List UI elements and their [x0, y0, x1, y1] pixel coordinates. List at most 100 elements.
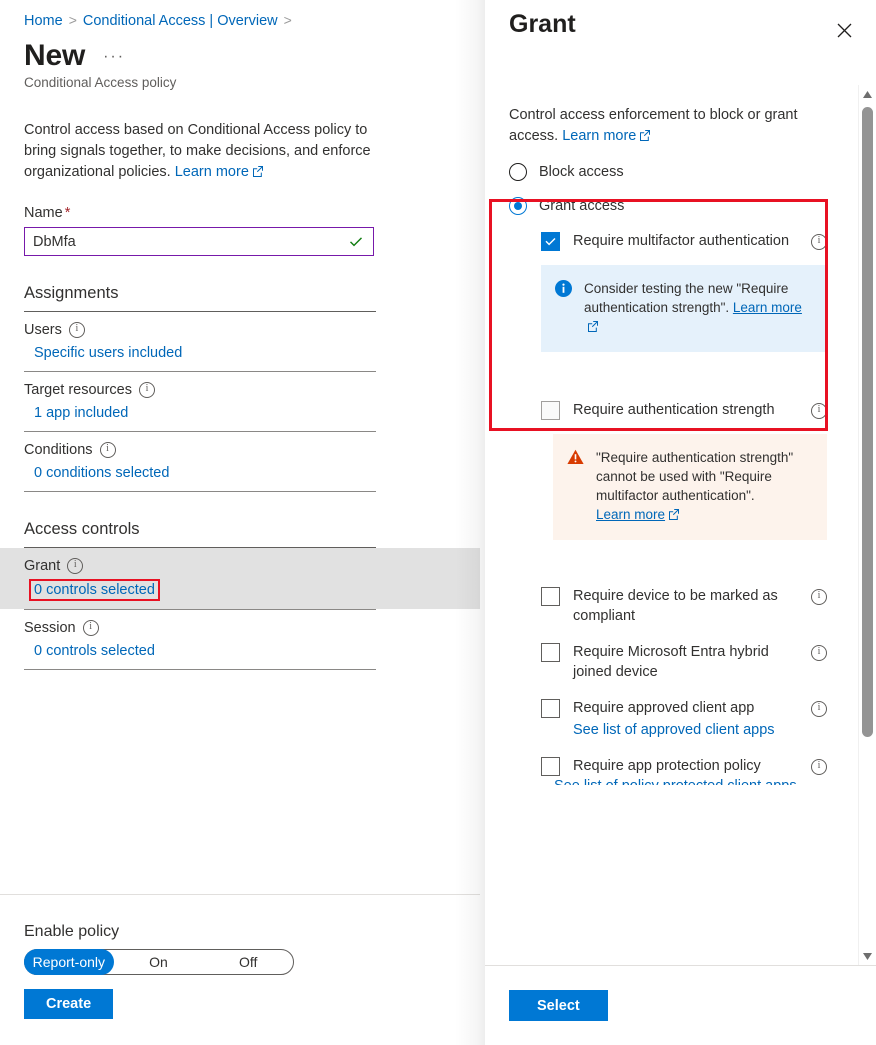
info-icon[interactable]: [83, 620, 99, 636]
policy-intro-text: Control access based on Conditional Acce…: [0, 90, 400, 183]
radio-icon-grant-access[interactable]: [509, 197, 527, 215]
radio-grant-access[interactable]: Grant access: [509, 197, 854, 215]
breadcrumb-separator-icon: >: [69, 12, 77, 28]
toggle-option-off[interactable]: Off: [203, 950, 293, 974]
checkbox-label-require-hybrid-joined-device: Require Microsoft Entra hybrid joined de…: [573, 642, 803, 682]
policy-form-pane: Home>Conditional Access | Overview> New …: [0, 0, 480, 1045]
setting-value-conditions[interactable]: 0 conditions selected: [34, 465, 169, 481]
info-icon[interactable]: [811, 403, 827, 419]
breadcrumb-item-conditional-access-overview[interactable]: Conditional Access | Overview: [83, 13, 278, 29]
checkbox-icon-require-hybrid-joined-device[interactable]: [541, 643, 560, 662]
checkbox-label-require-compliant-device: Require device to be marked as compliant: [573, 586, 803, 626]
policy-intro-learn-more-link[interactable]: Learn more: [175, 164, 249, 180]
warning-callout-text-wrapper: "Require authentication strength" cannot…: [596, 448, 813, 524]
setting-value-session[interactable]: 0 controls selected: [34, 643, 155, 659]
grant-label-text: Grant: [24, 558, 60, 574]
info-icon[interactable]: [811, 234, 827, 250]
radio-label-block-access: Block access: [539, 164, 624, 180]
external-link-icon: [587, 321, 598, 332]
info-icon[interactable]: [811, 589, 827, 605]
setting-value-grant[interactable]: 0 controls selected: [31, 581, 158, 599]
external-link-icon: [668, 509, 679, 520]
setting-row-users[interactable]: Users Specific users included: [0, 312, 480, 371]
page-subtitle: Conditional Access policy: [0, 73, 480, 90]
row-divider-session: [24, 669, 376, 670]
grant-panel-footer: Select: [485, 965, 876, 1045]
info-callout-auth-strength: Consider testing the new "Require authen…: [541, 265, 827, 352]
grant-panel-title: Grant: [509, 10, 576, 39]
name-label-text: Name: [24, 205, 63, 221]
grant-panel-scrollbar[interactable]: [858, 85, 876, 965]
checkbox-row-require-approved-client-app[interactable]: Require approved client app See list of …: [541, 698, 827, 740]
checkbox-row-require-hybrid-joined-device[interactable]: Require Microsoft Entra hybrid joined de…: [541, 642, 827, 682]
checkmark-icon: [345, 234, 367, 250]
external-link-icon: [639, 130, 650, 141]
grant-description-learn-more-link[interactable]: Learn more: [562, 128, 636, 144]
checkbox-icon-require-auth-strength[interactable]: [541, 401, 560, 420]
name-input-wrapper[interactable]: [24, 227, 374, 256]
more-options-button[interactable]: ···: [103, 48, 125, 66]
radio-icon-block-access[interactable]: [509, 163, 527, 181]
grant-panel: Grant Control access enforcement to bloc…: [485, 0, 876, 1045]
info-callout-learn-more-link[interactable]: Learn more: [733, 300, 802, 315]
create-button[interactable]: Create: [24, 989, 113, 1019]
grant-panel-body: Control access enforcement to block or g…: [485, 85, 854, 785]
info-icon[interactable]: [67, 558, 83, 574]
setting-row-session[interactable]: Session 0 controls selected: [0, 610, 480, 669]
grant-panel-scroll-area: Control access enforcement to block or g…: [485, 85, 858, 965]
scrollbar-thumb[interactable]: [862, 107, 873, 737]
info-icon[interactable]: [811, 645, 827, 661]
required-indicator: *: [65, 205, 71, 221]
checkbox-label-require-approved-client-app: Require approved client app See list of …: [573, 698, 803, 740]
policy-form-footer: Enable policy Report-only On Off Create: [0, 894, 480, 1045]
info-icon[interactable]: [69, 322, 85, 338]
info-icon[interactable]: [811, 701, 827, 717]
checkbox-icon-require-compliant-device[interactable]: [541, 587, 560, 606]
checkbox-row-require-compliant-device[interactable]: Require device to be marked as compliant: [541, 586, 827, 626]
setting-label-conditions: Conditions: [24, 442, 456, 458]
clipped-link-partial[interactable]: See list of policy protected client apps: [554, 778, 814, 785]
users-label-text: Users: [24, 322, 62, 338]
setting-value-users[interactable]: Specific users included: [34, 345, 182, 361]
breadcrumb-separator-icon-2: >: [284, 12, 292, 28]
approved-client-apps-link[interactable]: See list of approved client apps: [573, 720, 803, 740]
grant-panel-description: Control access enforcement to block or g…: [509, 85, 827, 147]
setting-row-conditions[interactable]: Conditions 0 conditions selected: [0, 432, 480, 491]
chevron-up-icon[interactable]: [859, 85, 876, 103]
conditions-label-text: Conditions: [24, 442, 93, 458]
checkbox-row-require-auth-strength[interactable]: Require authentication strength: [541, 400, 827, 420]
warning-callout-learn-more-link[interactable]: Learn more: [596, 507, 665, 522]
radio-label-grant-access: Grant access: [539, 198, 624, 214]
setting-row-grant[interactable]: Grant 0 controls selected: [0, 548, 480, 609]
grant-panel-header: Grant: [485, 0, 876, 44]
select-button[interactable]: Select: [509, 990, 608, 1021]
checkbox-icon-require-mfa[interactable]: [541, 232, 560, 251]
setting-label-target-resources: Target resources: [24, 382, 456, 398]
name-field-block: Name*: [0, 183, 480, 256]
setting-value-target-resources[interactable]: 1 app included: [34, 405, 128, 421]
checkbox-label-require-app-protection-policy: Require app protection policy: [573, 756, 803, 776]
checkbox-icon-require-app-protection-policy[interactable]: [541, 757, 560, 776]
close-icon[interactable]: [830, 16, 858, 44]
target-resources-label-text: Target resources: [24, 382, 132, 398]
checkbox-row-require-app-protection-policy[interactable]: Require app protection policy: [541, 756, 827, 776]
toggle-option-on[interactable]: On: [114, 950, 204, 974]
info-icon[interactable]: [100, 442, 116, 458]
warning-callout-text: "Require authentication strength" cannot…: [596, 450, 793, 503]
assignments-heading: Assignments: [0, 256, 480, 303]
info-icon[interactable]: [139, 382, 155, 398]
enable-policy-label: Enable policy: [0, 895, 480, 941]
breadcrumb-item-home[interactable]: Home: [24, 13, 63, 29]
toggle-option-report-only[interactable]: Report-only: [24, 949, 114, 975]
checkbox-icon-require-approved-client-app[interactable]: [541, 699, 560, 718]
info-icon[interactable]: [811, 759, 827, 775]
radio-block-access[interactable]: Block access: [509, 163, 854, 181]
checkbox-label-require-mfa: Require multifactor authentication: [573, 231, 803, 251]
enable-policy-toggle[interactable]: Report-only On Off: [24, 949, 294, 975]
setting-row-target-resources[interactable]: Target resources 1 app included: [0, 372, 480, 431]
checkbox-row-require-mfa[interactable]: Require multifactor authentication: [541, 231, 827, 251]
name-input[interactable]: [25, 234, 345, 250]
chevron-down-icon[interactable]: [859, 947, 876, 965]
access-controls-heading: Access controls: [0, 492, 480, 539]
policy-form-scroll-area: Home>Conditional Access | Overview> New …: [0, 0, 480, 894]
